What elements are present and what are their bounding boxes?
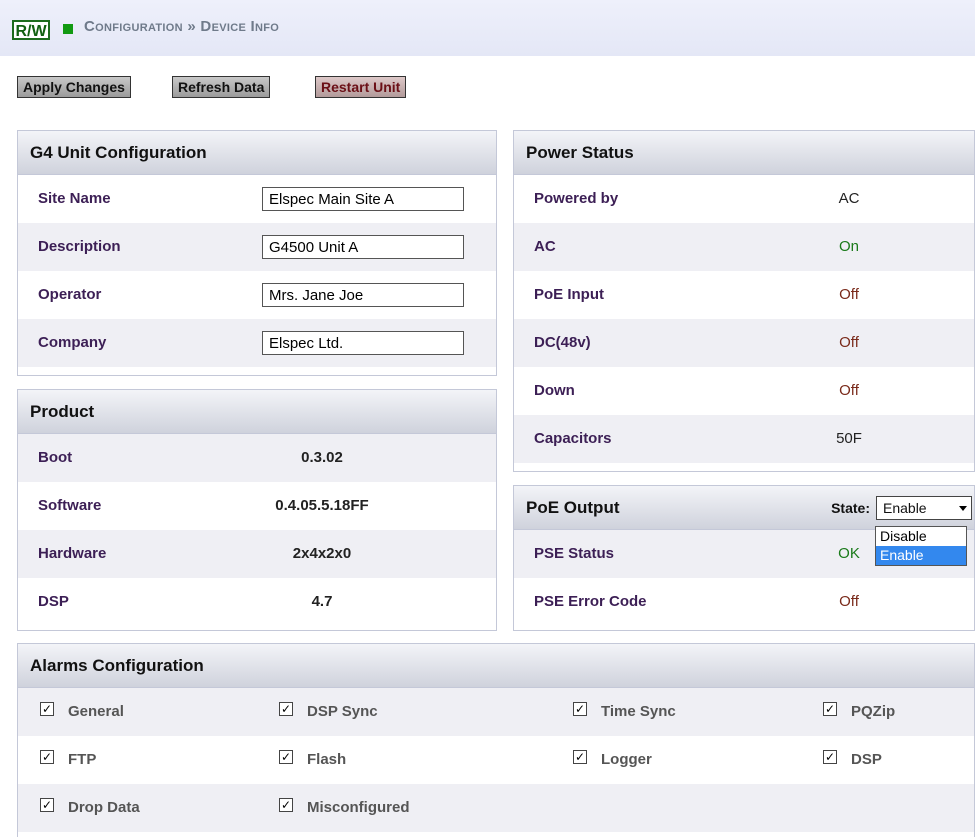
checkbox-checked-icon[interactable]: ✓ [279,750,293,764]
alarm-label: Logger [601,751,652,768]
apply-changes-button[interactable]: Apply Changes [17,76,131,98]
powered-by-label: Powered by [534,190,619,207]
checkbox-checked-icon[interactable]: ✓ [40,798,54,812]
pse-error-code-value: Off [839,593,859,610]
checkbox-checked-icon[interactable]: ✓ [573,750,587,764]
checkbox-checked-icon[interactable]: ✓ [279,798,293,812]
unit-config-row: Company [18,319,496,367]
unit-config-title: G4 Unit Configuration [18,131,496,175]
ac-value: On [838,238,859,255]
poe-input-label: PoE Input [534,286,604,303]
product-row: Boot 0.3.02 [18,434,496,482]
pse-error-code-label: PSE Error Code [534,593,647,610]
poe-input-value: Off [839,286,859,303]
alarm-label: DSP [851,751,882,768]
product-panel: Product Boot 0.3.02 Software 0.4.05.5.18FF… [17,389,497,631]
state-label: State: [831,500,870,516]
power-row: Capacitors 50F [514,415,974,463]
alarm-label: DSP Sync [307,703,378,720]
description-field[interactable] [262,235,464,259]
state-option-disable[interactable]: Disable [876,527,966,546]
alarm-label: Drop Data [68,799,140,816]
power-row: Powered by AC [514,175,974,223]
rw-badge: R/W [12,20,50,40]
operator-label: Operator [38,286,102,303]
power-row: Down Off [514,367,974,415]
unit-config-row: Operator [18,271,496,319]
power-row: PoE Input Off [514,271,974,319]
capacitors-label: Capacitors [534,430,612,447]
chevron-down-icon [959,506,967,511]
alarm-label: General [68,703,124,720]
page-title: Configuration » Device Info [84,18,280,35]
alarm-label: Misconfigured [307,799,410,816]
product-title: Product [18,390,496,434]
state-select-value: Enable [883,500,927,516]
unit-config-row: Description [18,223,496,271]
alarm-label: PQZip [851,703,896,720]
power-status-title: Power Status [514,131,974,175]
product-row: Software 0.4.05.5.18FF [18,482,496,530]
alarms-row: ✓ General ✓ DSP Sync ✓ Time Sync ✓ PQZip [18,688,974,736]
checkbox-checked-icon[interactable]: ✓ [823,750,837,764]
boot-value: 0.3.02 [301,449,343,466]
ac-label: AC [534,238,556,255]
state-option-enable[interactable]: Enable [876,546,966,565]
alarm-label: FTP [68,751,97,768]
capacitors-value: 50F [836,430,862,447]
alarm-label: Time Sync [601,703,676,720]
site-name-field[interactable] [262,187,464,211]
poe-row: PSE Error Code Off [514,578,974,626]
status-square-icon [63,24,73,34]
state-select[interactable]: Enable [876,496,972,520]
powered-by-value: AC [838,190,860,207]
hardware-value: 2x4x2x0 [292,545,352,562]
checkbox-checked-icon[interactable]: ✓ [823,702,837,716]
power-status-panel: Power Status Powered by AC AC On PoE Input… [513,130,975,472]
poe-output-title: PoE Output [526,498,620,517]
poe-output-header: PoE Output State: Enable [514,486,974,530]
checkbox-checked-icon[interactable]: ✓ [279,702,293,716]
state-dropdown-list: Disable Enable [875,526,967,566]
site-name-label: Site Name [38,190,111,207]
down-label: Down [534,382,575,399]
product-row: Hardware 2x4x2x0 [18,530,496,578]
alarm-label: Flash [307,751,347,768]
checkbox-checked-icon[interactable]: ✓ [40,702,54,716]
alarms-title: Alarms Configuration [18,644,974,688]
software-value: 0.4.05.5.18FF [275,497,369,514]
checkbox-checked-icon[interactable]: ✓ [40,750,54,764]
alarms-row: ✓ Drop Data ✓ Misconfigured [18,784,974,832]
alarms-panel: Alarms Configuration ✓ General ✓ DSP Sync … [17,643,975,837]
refresh-data-button[interactable]: Refresh Data [172,76,271,98]
checkbox-checked-icon[interactable]: ✓ [573,702,587,716]
top-bar: R/W Configuration » Device Info [0,0,975,56]
dc48v-label: DC(48v) [534,334,591,351]
unit-config-panel: G4 Unit Configuration Site Name Descript… [17,130,497,376]
restart-unit-button[interactable]: Restart Unit [315,76,407,98]
down-value: Off [839,382,859,399]
product-row: DSP 4.7 [18,578,496,626]
dc48v-value: Off [839,334,859,351]
pse-status-label: PSE Status [534,545,615,562]
unit-config-row: Site Name [18,175,496,223]
dsp-version-value: 4.7 [311,593,333,610]
alarms-row: ✓ FTP ✓ Flash ✓ Logger ✓ DSP [18,736,974,784]
power-row: DC(48v) Off [514,319,974,367]
pse-status-value: OK [838,545,860,562]
power-row: AC On [514,223,974,271]
company-label: Company [38,334,107,351]
operator-field[interactable] [262,283,464,307]
description-label: Description [38,238,121,255]
company-field[interactable] [262,331,464,355]
